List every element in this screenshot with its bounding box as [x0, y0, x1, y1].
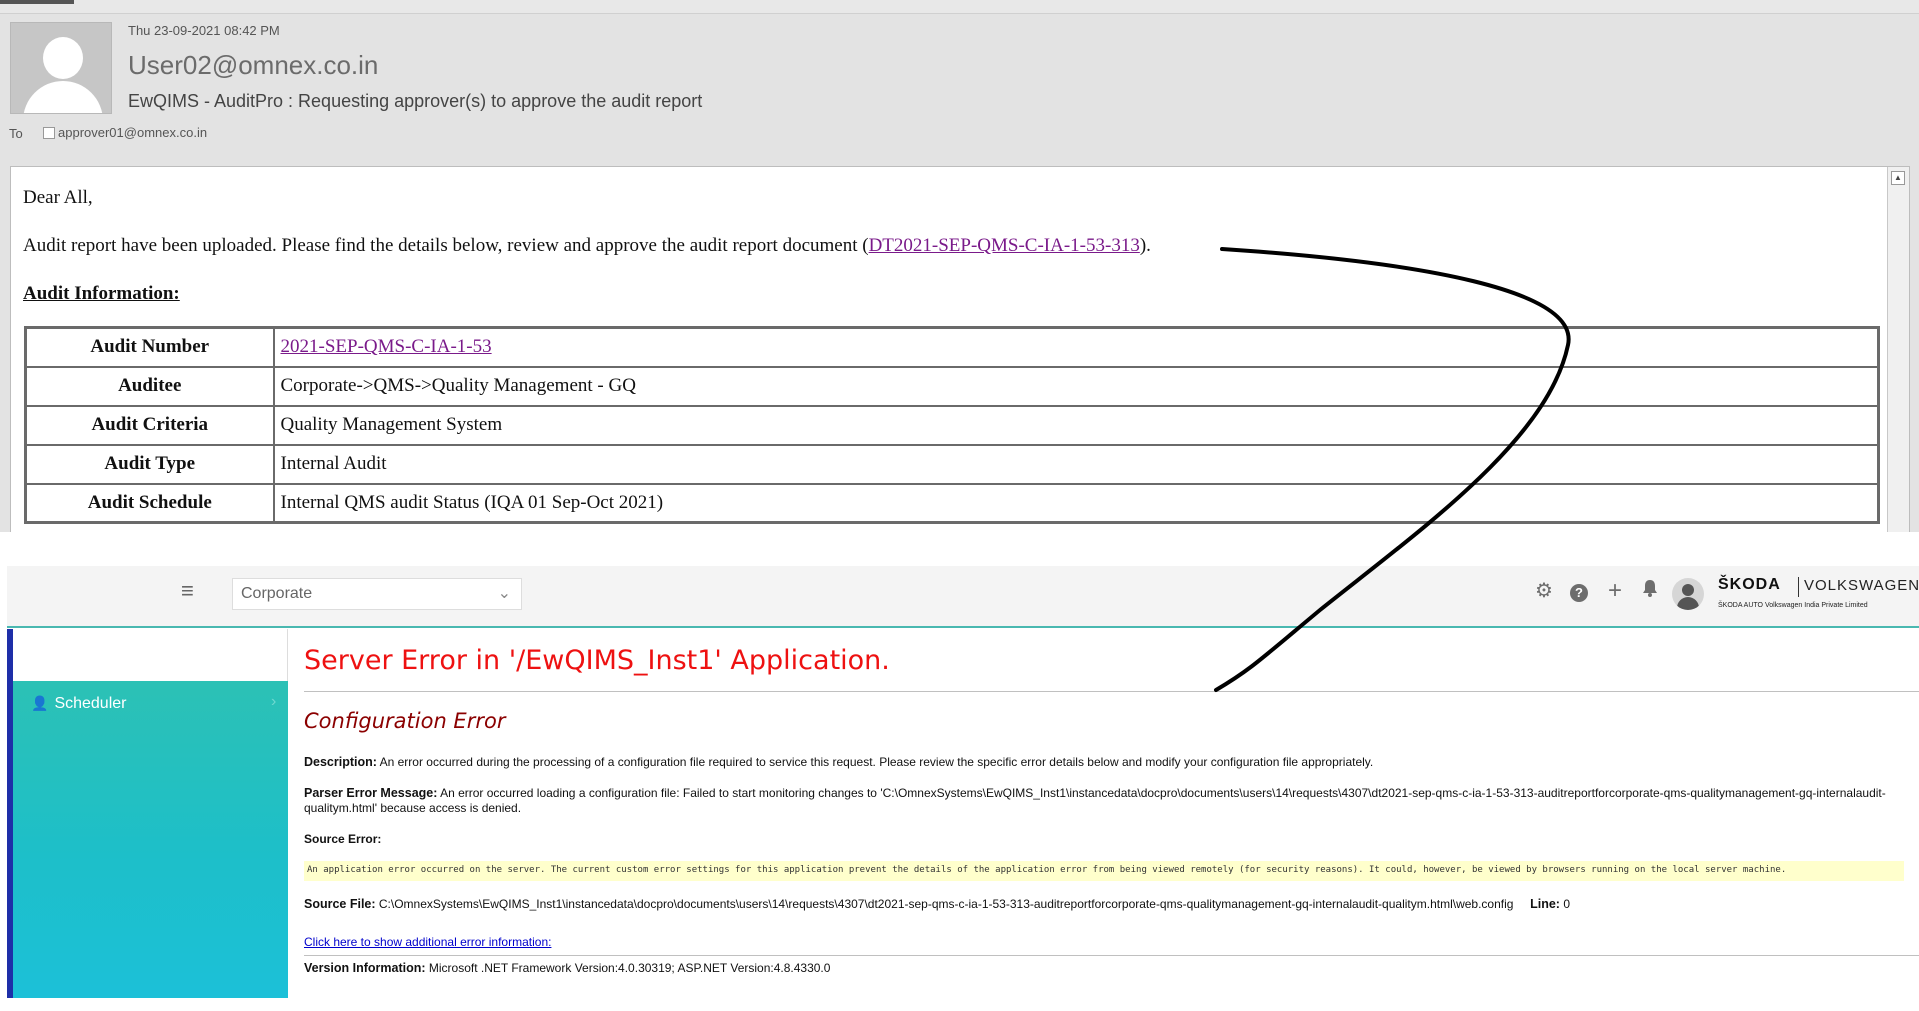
- error-subtitle: Configuration Error: [304, 709, 506, 733]
- table-cell-value: Quality Management System: [272, 404, 1880, 446]
- sidebar-header: [13, 629, 288, 681]
- brand-divider: [1798, 577, 1799, 597]
- hamburger-menu-icon[interactable]: ≡: [181, 578, 194, 604]
- source-file-path: C:\OmnexSystems\EwQIMS_Inst1\instancedat…: [378, 897, 1514, 911]
- gear-icon[interactable]: ⚙: [1532, 579, 1556, 603]
- description-text: An error occurred during the processing …: [379, 755, 1374, 769]
- table-row: Auditee Corporate->QMS->Quality Managemen…: [24, 365, 1880, 407]
- divider: [304, 955, 1919, 956]
- document-link[interactable]: DT2021-SEP-QMS-C-IA-1-53-313: [869, 235, 1140, 256]
- email-subject: EwQIMS - AuditPro : Requesting approver(…: [128, 91, 703, 111]
- version-label: Version Information:: [304, 961, 426, 975]
- table-cell-label: Audit Type: [24, 443, 275, 485]
- sidebar-item-scheduler[interactable]: 👤 Scheduler: [31, 695, 126, 713]
- source-file-label: Source File:: [304, 897, 376, 911]
- line-value: 0: [1563, 897, 1570, 911]
- email-sender[interactable]: User02@omnex.co.in: [128, 50, 378, 81]
- table-cell-value: 2021-SEP-QMS-C-IA-1-53: [272, 326, 1880, 368]
- source-file: Source File: C:\OmnexSystems\EwQIMS_Inst…: [304, 897, 1904, 912]
- message-text: Audit report have been uploaded. Please …: [23, 235, 869, 256]
- table-row: Audit Number 2021-SEP-QMS-C-IA-1-53: [24, 326, 1880, 368]
- table-cell-label: Audit Criteria: [24, 404, 275, 446]
- sidebar: 👤 Scheduler ›: [7, 629, 288, 998]
- divider: [304, 691, 1919, 692]
- chevron-down-icon: ⌄: [497, 585, 511, 602]
- email-toolbar: [0, 0, 1919, 14]
- user-avatar[interactable]: [1672, 578, 1704, 610]
- chevron-right-icon[interactable]: ›: [271, 693, 276, 711]
- source-error-box: An application error occurred on the ser…: [304, 861, 1904, 881]
- audit-number-link[interactable]: 2021-SEP-QMS-C-IA-1-53: [281, 336, 492, 357]
- audit-info-table: Audit Number 2021-SEP-QMS-C-IA-1-53 Audite…: [24, 326, 1880, 524]
- sidebar-item-label: Scheduler: [54, 695, 127, 712]
- brand-skoda: ŠKODA: [1718, 576, 1781, 593]
- audit-info-heading: Audit Information:: [23, 283, 180, 304]
- sidebar-menu: 👤 Scheduler ›: [13, 681, 288, 998]
- error-description: Description: An error occurred during th…: [304, 755, 1904, 770]
- error-content: Server Error in '/EwQIMS_Inst1' Applicat…: [288, 629, 1919, 998]
- table-row: Audit Criteria Quality Management System: [24, 404, 1880, 446]
- app-window: ≡ Corporate ⌄ ⚙ ? + ŠKODA VOLKSWAGEN ŠKO…: [7, 566, 1919, 998]
- bell-icon[interactable]: [1638, 579, 1662, 603]
- line-label: Line:: [1530, 897, 1560, 911]
- email-recipient[interactable]: approver01@omnex.co.in: [58, 125, 207, 140]
- table-row: Audit Schedule Internal QMS audit Status …: [24, 482, 1880, 524]
- email-greeting: Dear All,: [23, 187, 93, 208]
- brand-logo: ŠKODA VOLKSWAGEN ŠKODA AUTO Volkswagen I…: [1718, 576, 1919, 612]
- parser-error-label: Parser Error Message:: [304, 786, 438, 800]
- page-bottom-margin: [0, 998, 1919, 1011]
- table-cell-value: Internal Audit: [272, 443, 1880, 485]
- email-date: Thu 23-09-2021 08:42 PM: [128, 23, 280, 38]
- table-row: Audit Type Internal Audit: [24, 443, 1880, 485]
- plus-icon[interactable]: +: [1603, 579, 1627, 603]
- error-title: Server Error in '/EwQIMS_Inst1' Applicat…: [304, 645, 890, 676]
- email-body: Dear All, Audit report have been uploade…: [10, 166, 1910, 532]
- user-clock-icon: 👤: [31, 695, 49, 711]
- toolbar-tab-indicator: [0, 0, 74, 4]
- sender-avatar: [10, 22, 112, 114]
- parser-error-text: An error occurred loading a configuratio…: [304, 786, 1886, 815]
- scroll-up-arrow-icon[interactable]: ▲: [1891, 171, 1905, 185]
- avatar-head-shape: [43, 37, 83, 79]
- table-cell-label: Auditee: [24, 365, 275, 407]
- description-label: Description:: [304, 755, 377, 769]
- company-select[interactable]: Corporate ⌄: [232, 578, 522, 610]
- version-information: Version Information: Microsoft .NET Fram…: [304, 961, 1904, 976]
- email-to-label: To: [9, 126, 23, 141]
- table-cell-value: Corporate->QMS->Quality Management - GQ: [272, 365, 1880, 407]
- source-error-label: Source Error:: [304, 832, 382, 846]
- help-icon[interactable]: ?: [1567, 579, 1591, 603]
- message-text-end: ).: [1139, 235, 1151, 256]
- parser-error-message: Parser Error Message: An error occurred …: [304, 786, 1904, 816]
- app-header: ≡ Corporate ⌄ ⚙ ? + ŠKODA VOLKSWAGEN ŠKO…: [7, 566, 1919, 628]
- additional-error-info-link[interactable]: Click here to show additional error info…: [304, 935, 551, 949]
- brand-subtitle: ŠKODA AUTO Volkswagen India Private Limi…: [1718, 602, 1868, 609]
- email-view: Thu 23-09-2021 08:42 PM User02@omnex.co.…: [0, 0, 1919, 532]
- version-text: Microsoft .NET Framework Version:4.0.303…: [428, 961, 831, 975]
- company-select-value: Corporate: [241, 585, 313, 602]
- recipient-presence-icon: [43, 127, 55, 139]
- table-cell-label: Audit Schedule: [24, 482, 275, 524]
- email-message: Audit report have been uploaded. Please …: [23, 235, 1151, 257]
- table-cell-value: Internal QMS audit Status (IQA 01 Sep-Oc…: [272, 482, 1880, 524]
- brand-volkswagen: VOLKSWAGEN: [1804, 577, 1919, 594]
- table-cell-label: Audit Number: [24, 326, 275, 368]
- email-scrollbar[interactable]: ▲: [1887, 167, 1909, 532]
- avatar-body-shape: [23, 81, 103, 113]
